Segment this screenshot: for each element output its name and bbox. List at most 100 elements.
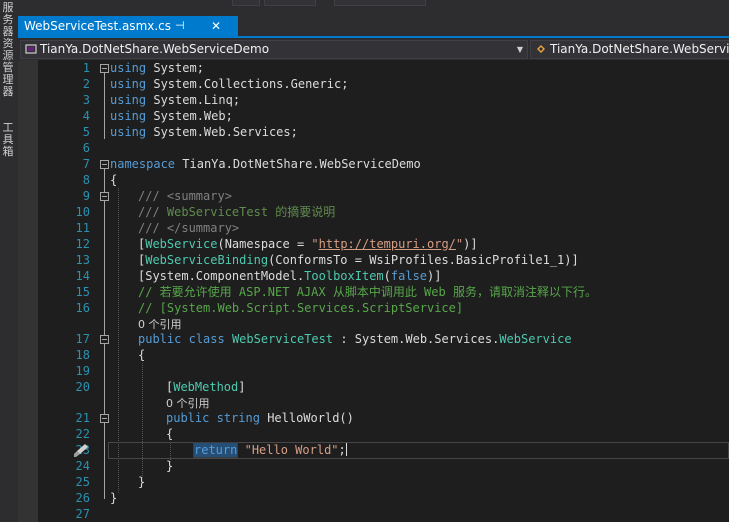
- token-keyword: using: [110, 61, 147, 75]
- line-number: 25: [75, 475, 90, 489]
- line-number: 12: [75, 237, 90, 251]
- project-dropdown-label: TianYa.DotNetShare.WebServiceDemo: [40, 42, 270, 56]
- line-number: 2: [82, 77, 90, 91]
- toolbar-fragment: [334, 0, 426, 6]
- token-comment: WebServiceTest 的摘要说明: [166, 205, 336, 219]
- token-text: (ConformsTo = WsiProfiles.BasicProfile1_…: [268, 253, 579, 267]
- fold-toggle-icon[interactable]: [100, 192, 109, 201]
- line-number: 21: [75, 411, 90, 425]
- token-namespace: System: [153, 61, 197, 75]
- fold-toggle-icon[interactable]: [100, 64, 109, 73]
- codelens-reference[interactable]: 0 个引用: [166, 395, 729, 411]
- code-line: }: [138, 475, 146, 489]
- code-line: /// WebServiceTest 的摘要说明: [138, 204, 729, 220]
- token-keyword: return: [192, 442, 239, 458]
- fold-toggle-icon[interactable]: [100, 160, 109, 169]
- outline-line: [104, 73, 105, 139]
- line-number: 1: [82, 61, 90, 75]
- code-line: [WebService(Namespace = "http://tempuri.…: [138, 237, 478, 251]
- side-toolbar: 服务器资源管理器 工具箱: [0, 0, 18, 522]
- line-number: 22: [75, 427, 90, 441]
- document-tab-row: WebServiceTest.asmx.cs ⊣ ✕: [18, 16, 729, 36]
- token-type: WebService: [145, 237, 218, 251]
- navigation-bar: TianYa.DotNetShare.WebServiceDemo ▼ Tian…: [18, 38, 729, 60]
- code-line: }: [110, 491, 118, 505]
- toolbar-fragment: [264, 0, 316, 6]
- token-link[interactable]: http://tempuri.org/: [319, 237, 456, 251]
- token-type: WebServiceTest: [231, 332, 334, 346]
- codelens-reference[interactable]: 0 个引用: [138, 316, 729, 332]
- token-keyword: public: [166, 411, 210, 425]
- token-keyword: false: [390, 269, 428, 283]
- token-type: WebMethod: [173, 380, 239, 394]
- token-keyword: using: [110, 93, 147, 107]
- token-type: WebService: [499, 332, 572, 346]
- server-explorer-tab[interactable]: 服务器资源管理器: [2, 2, 14, 98]
- glyph-margin: [18, 60, 38, 522]
- type-dropdown[interactable]: TianYa.DotNetShare.WebServic: [530, 40, 729, 59]
- code-line: // 若要允许使用 ASP.NET AJAX 从脚本中调用此 Web 服务，请取…: [138, 284, 729, 300]
- token-comment: // [System.Web.Script.Services.ScriptSer…: [138, 301, 464, 315]
- line-number: 4: [82, 109, 90, 123]
- line-number: 26: [75, 491, 90, 505]
- fold-toggle-icon[interactable]: [100, 414, 109, 423]
- top-toolbar-strip: [0, 0, 729, 16]
- line-number: 7: [82, 157, 90, 171]
- code-line: /// <summary>: [138, 188, 729, 204]
- code-line: {: [166, 427, 174, 441]
- code-line: [WebServiceBinding(ConformsTo = WsiProfi…: [138, 253, 579, 267]
- tab-title: WebServiceTest.asmx.cs: [24, 19, 172, 33]
- token-xmldoc: /// <summary>: [138, 189, 232, 203]
- quick-action-brush-icon[interactable]: [72, 442, 90, 458]
- close-icon[interactable]: ✕: [211, 16, 221, 36]
- token-keyword: using: [110, 125, 147, 139]
- line-number: 14: [75, 269, 90, 283]
- code-line: {: [110, 173, 118, 187]
- pin-icon[interactable]: ⊣: [175, 16, 185, 36]
- line-number: 5: [82, 125, 90, 139]
- chevron-down-icon: ▼: [516, 45, 523, 54]
- line-number: 18: [75, 348, 90, 362]
- toolbox-tab[interactable]: 工具箱: [2, 122, 14, 158]
- document-tab[interactable]: WebServiceTest.asmx.cs ⊣ ✕: [18, 16, 238, 36]
- code-line: public class WebServiceTest : System.Web…: [138, 332, 572, 346]
- line-number: 11: [75, 221, 90, 235]
- token-type: ToolboxItem: [304, 269, 384, 283]
- line-number: 8: [82, 173, 90, 187]
- line-number: 24: [75, 459, 90, 473]
- line-number: 17: [75, 332, 90, 346]
- toolbar-fragment: [232, 0, 260, 6]
- token-keyword: using: [110, 109, 147, 123]
- code-line: using System.Web.Services;: [110, 125, 298, 139]
- line-number: 20: [75, 380, 90, 394]
- code-line: /// </summary>: [138, 220, 729, 236]
- token-type: WebServiceBinding: [145, 253, 269, 267]
- token-keyword: public: [138, 332, 182, 346]
- token-text: System.Web.Services.: [354, 332, 500, 346]
- code-line: public string HelloWorld(): [166, 410, 729, 426]
- token-keyword: using: [110, 77, 147, 91]
- code-line: using System.Linq;: [110, 93, 241, 107]
- token-namespace: TianYa.DotNetShare.WebServiceDemo: [182, 157, 421, 171]
- token-keyword: string: [216, 411, 260, 425]
- code-line: using System.Collections.Generic;: [110, 77, 349, 91]
- text-caret: [345, 443, 347, 456]
- line-number: 19: [75, 364, 90, 378]
- outline-line: [104, 169, 105, 499]
- code-line: // [System.Web.Script.Services.ScriptSer…: [138, 300, 729, 316]
- type-dropdown-label: TianYa.DotNetShare.WebServic: [550, 42, 729, 56]
- code-line: using System.Web;: [110, 109, 233, 123]
- token-text: HelloWorld(): [267, 411, 354, 425]
- line-number: 10: [75, 205, 90, 219]
- line-number: 15: [75, 285, 90, 299]
- code-editor[interactable]: 1 2 3 4 5 6 7 8 9 10 11 12 13 14 15 16 1…: [18, 60, 729, 522]
- token-namespace: System.Linq: [153, 93, 233, 107]
- token-keyword: namespace: [110, 157, 176, 171]
- line-number: 6: [82, 141, 90, 155]
- code-line: }: [166, 459, 174, 473]
- line-number: 3: [82, 93, 90, 107]
- code-line: return "Hello World";: [192, 442, 347, 458]
- project-dropdown[interactable]: TianYa.DotNetShare.WebServiceDemo ▼: [20, 40, 528, 59]
- fold-toggle-icon[interactable]: [100, 335, 109, 344]
- line-number: 9: [82, 189, 90, 203]
